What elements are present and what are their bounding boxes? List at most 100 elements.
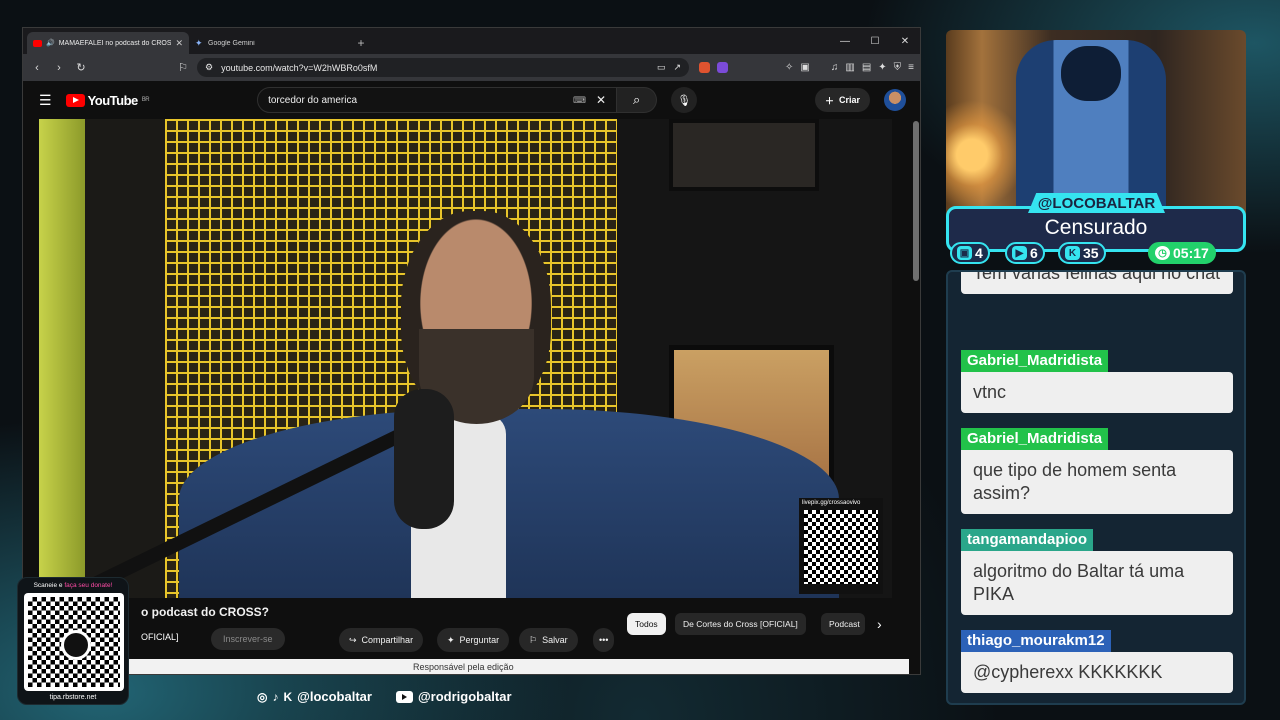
video-title: o podcast do CROSS?	[141, 605, 270, 619]
share-icon[interactable]: ↗	[673, 62, 681, 73]
site-info-icon[interactable]: ⚙	[205, 62, 213, 73]
video-info: o podcast do CROSS? OFICIAL] Inscrever-s…	[39, 598, 892, 664]
more-actions-button[interactable]: •••	[593, 628, 615, 652]
search-icon: ⌕	[632, 92, 641, 107]
maximize-icon[interactable]: ☐	[860, 28, 890, 54]
reload-icon[interactable]: ↻	[73, 61, 89, 74]
chat-text: vtnc	[961, 372, 1233, 413]
donate-url: tipa.rbstore.net	[49, 694, 97, 701]
scrollbar[interactable]	[913, 121, 919, 281]
screenshot-icon[interactable]: ▣	[800, 62, 809, 73]
new-tab-button[interactable]: +	[351, 32, 371, 54]
tab-title: MAMAEFALEI no podcast do CROSS	[58, 39, 172, 47]
youtube-play-icon	[65, 93, 85, 107]
youtube-icon	[33, 39, 42, 47]
save-button[interactable]: ⚐ Salvar	[519, 628, 578, 652]
twitch-stat: ▣ 4	[950, 242, 990, 264]
chat-username: tangamandapioo	[961, 529, 1094, 551]
browser-window: 🔊 MAMAEFALEI no podcast do CROSS ✕ ✦ Goo…	[22, 27, 921, 675]
hamburger-icon[interactable]: ☰	[39, 92, 52, 109]
search-input[interactable]: torcedor do america ⌨ ✕	[257, 87, 618, 113]
bookmark-save-icon: ⚐	[529, 634, 538, 645]
keyboard-icon[interactable]: ⌨	[573, 95, 586, 106]
more-icon: •••	[599, 635, 609, 645]
chat-text: que tipo de homem senta assim?	[961, 450, 1233, 514]
gaming-chair	[1016, 40, 1166, 215]
forward-icon[interactable]: ›	[51, 62, 67, 74]
handle-rodrigobaltar: @rodrigobaltar	[417, 689, 512, 704]
extensions-bar: ✧ ▣ ♫ ▥ ▤ ✦ ⛨ ≡	[699, 62, 914, 73]
avatar[interactable]	[884, 89, 906, 111]
clear-search-icon[interactable]: ✕	[596, 93, 606, 107]
chip-podcast[interactable]: Podcast	[821, 613, 865, 635]
speaker-icon[interactable]: 🔊	[46, 39, 55, 47]
video-player[interactable]: livepix.gg/crossaovivo	[39, 119, 892, 598]
create-button[interactable]: ＋ Criar	[814, 88, 870, 112]
subscribe-button[interactable]: Inscrever-se	[211, 628, 285, 650]
chat-text: @cypherexx KKKKKKK	[961, 652, 1233, 693]
chevron-right-icon[interactable]: ›	[877, 616, 882, 632]
music-icon[interactable]: ♫	[831, 62, 839, 73]
viewer-stats: ▣ 4 ▶ 6 K 35 ◷ 05:17	[950, 242, 1244, 264]
menu-icon[interactable]: ≡	[908, 62, 914, 73]
chat-text: algoritmo do Baltar tá uma PIKA	[961, 551, 1233, 615]
sidebar-icon[interactable]: ▥	[845, 62, 854, 73]
wallet-icon[interactable]: ▤	[862, 62, 871, 73]
clock-icon: ◷	[1155, 246, 1170, 260]
kick-icon: K	[283, 689, 293, 704]
close-window-icon[interactable]: ✕	[890, 28, 920, 54]
back-icon[interactable]: ‹	[29, 62, 45, 74]
twitch-icon: ▣	[957, 246, 972, 260]
brave-shield-icon[interactable]	[699, 62, 711, 73]
tab-youtube[interactable]: 🔊 MAMAEFALEI no podcast do CROSS ✕	[27, 32, 189, 54]
ask-button[interactable]: ✦ Perguntar	[437, 628, 510, 652]
close-tab-icon[interactable]: ✕	[175, 38, 183, 49]
handle-locobaltar: @locobaltar	[297, 689, 372, 704]
uptime: 05:17	[1173, 245, 1209, 261]
search-button[interactable]: ⌕	[617, 87, 658, 113]
tab-bar: 🔊 MAMAEFALEI no podcast do CROSS ✕ ✦ Goo…	[23, 28, 920, 54]
window-controls: — ☐ ✕	[830, 28, 920, 54]
donate-highlight: faça seu donate!	[64, 582, 113, 589]
youtube-header: ☰ YouTube BR torcedor do america ⌨ ✕ ⌕ 🎙…	[23, 81, 920, 119]
chat-message: thiago_mourakm12 @cypherexx KKKKKKK	[961, 630, 1233, 693]
address-bar[interactable]: ⚙ youtube.com/watch?v=W2hWBRo0sfM ▭ ↗	[197, 58, 690, 77]
chip-channel[interactable]: De Cortes do Cross [OFICIAL]	[675, 613, 806, 635]
livepix-qr-code	[804, 510, 878, 584]
browser-toolbar: ‹ › ↻ ⚐ ⚙ youtube.com/watch?v=W2hWBRo0sf…	[23, 54, 920, 81]
rewards-icon[interactable]	[717, 62, 729, 73]
voice-search-button[interactable]: 🎙	[671, 87, 698, 113]
bookmark-icon[interactable]: ⚐	[175, 61, 191, 74]
chat-username: Gabriel_Madridista	[961, 350, 1109, 372]
instagram-icon: ◎	[257, 689, 268, 704]
tab-gemini[interactable]: ✦ Google Gemini	[189, 32, 351, 54]
donate-prefix: Scaneie e	[33, 582, 63, 589]
ask-label: Perguntar	[459, 635, 500, 645]
extensions-icon[interactable]: ✧	[785, 62, 793, 73]
plus-icon: ＋	[824, 95, 834, 106]
uptime-stat: ◷ 05:17	[1148, 242, 1216, 264]
youtube-logo-text: YouTube	[87, 92, 139, 108]
chip-all[interactable]: Todos	[627, 613, 666, 635]
youtube-stat: ▶ 6	[1005, 242, 1045, 264]
youtube-count: 6	[1030, 245, 1038, 261]
channel-name[interactable]: OFICIAL]	[141, 632, 179, 642]
donate-caption: Scaneie e faça seu donate!	[18, 578, 128, 589]
person-jacket	[179, 409, 839, 598]
youtube-social-icon	[395, 690, 413, 703]
minimize-icon[interactable]: —	[830, 28, 860, 54]
tiktok-icon: ♪	[272, 689, 279, 704]
cast-icon[interactable]: ▭	[657, 62, 666, 73]
ai-icon[interactable]: ✦	[878, 62, 886, 73]
donate-qr-code	[24, 593, 124, 691]
search-query: torcedor do america	[268, 94, 358, 106]
youtube-icon: ▶	[1012, 246, 1027, 260]
vpn-icon[interactable]: ⛨	[894, 62, 902, 73]
url-text: youtube.com/watch?v=W2hWBRo0sfM	[221, 62, 378, 73]
youtube-logo[interactable]: YouTube BR	[65, 92, 150, 108]
chat-text: Tem várias felinas aqui no chat	[961, 272, 1233, 294]
webcam-feed	[946, 30, 1246, 215]
share-button[interactable]: ↪ Compartilhar	[339, 628, 424, 652]
stream-status: Censurado	[1044, 216, 1148, 239]
kick-icon: K	[1065, 246, 1080, 260]
